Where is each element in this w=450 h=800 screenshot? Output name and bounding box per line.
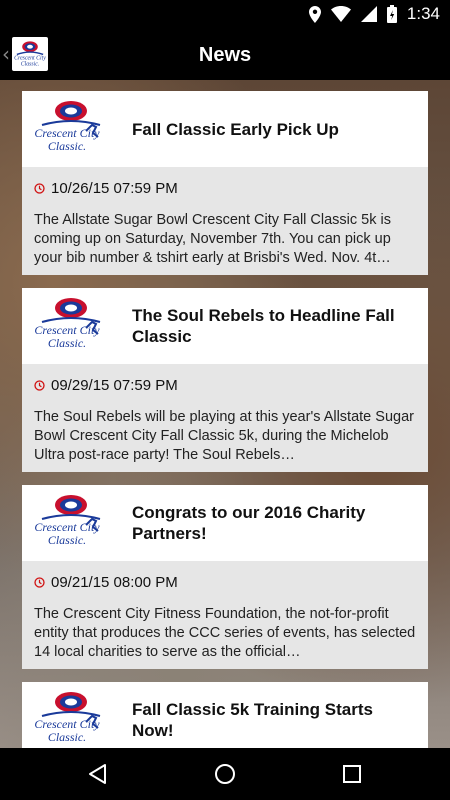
card-title: Fall Classic 5k Training Starts Now! — [132, 700, 373, 740]
svg-text:Classic.: Classic. — [48, 533, 86, 547]
card-header: Crescent City Classic. Fall Classic Earl… — [22, 91, 428, 167]
page-title: News — [198, 44, 252, 66]
card-title: Congrats to our 2016 Charity Partners! — [132, 503, 366, 543]
crescent-city-classic-logo: Crescent City Classic. — [34, 101, 100, 153]
card-date-text: 09/29/15 07:59 PM — [51, 377, 178, 394]
clock-icon — [34, 577, 45, 588]
crescent-city-classic-logo: Crescent City Classic. — [34, 692, 100, 744]
card-summary: The Soul Rebels will be playing at this … — [34, 409, 414, 463]
crescent-city-classic-logo: Crescent City Classic. — [34, 298, 100, 350]
wifi-icon — [330, 6, 351, 22]
battery-icon — [386, 5, 397, 23]
news-card[interactable]: Crescent City Classic. Fall Classic 5k T… — [22, 682, 428, 748]
card-header: Crescent City Classic. Fall Classic 5k T… — [22, 682, 428, 748]
svg-text:Classic.: Classic. — [48, 139, 86, 153]
status-icons: 1:34 — [308, 4, 440, 24]
card-title: Fall Classic Early Pick Up — [132, 119, 339, 139]
status-bar: 1:34 — [0, 0, 450, 30]
home-circle-icon[interactable] — [213, 762, 237, 786]
signal-icon — [360, 6, 377, 22]
crescent-city-classic-logo: Crescent City Classic. — [34, 495, 100, 547]
card-date: 10/26/15 07:59 PM — [34, 180, 178, 197]
news-card[interactable]: Crescent City Classic. Congrats to our 2… — [22, 485, 428, 669]
svg-text:Crescent City: Crescent City — [34, 717, 100, 731]
card-date: 09/29/15 07:59 PM — [34, 377, 178, 394]
svg-text:Classic.: Classic. — [48, 336, 86, 350]
card-header: Crescent City Classic. The Soul Rebels t… — [22, 288, 428, 364]
svg-text:Crescent City: Crescent City — [34, 520, 100, 534]
news-card[interactable]: Crescent City Classic. The Soul Rebels t… — [22, 288, 428, 472]
card-date-text: 09/21/15 08:00 PM — [51, 574, 178, 591]
nav-bar — [0, 748, 450, 800]
svg-text:Crescent City: Crescent City — [34, 126, 100, 140]
location-icon — [308, 5, 321, 23]
recents-square-icon[interactable] — [340, 762, 364, 786]
card-body: 10/26/15 07:59 PM The Allstate Sugar Bow… — [22, 167, 428, 275]
svg-text:Classic.: Classic. — [48, 730, 86, 744]
news-card[interactable]: Crescent City Classic. Fall Classic Earl… — [22, 91, 428, 275]
status-time: 1:34 — [406, 4, 440, 23]
card-header: Crescent City Classic. Congrats to our 2… — [22, 485, 428, 561]
card-summary: The Allstate Sugar Bowl Crescent City Fa… — [34, 212, 391, 266]
clock-icon — [34, 183, 45, 194]
card-body: 09/29/15 07:59 PM The Soul Rebels will b… — [22, 364, 428, 472]
card-summary: The Crescent City Fitness Foundation, th… — [34, 606, 416, 660]
card-body: 09/21/15 08:00 PM The Crescent City Fitn… — [22, 561, 428, 669]
card-title: The Soul Rebels to Headline Fall Classic — [132, 306, 395, 346]
back-triangle-icon[interactable] — [86, 762, 110, 786]
svg-text:Crescent City: Crescent City — [34, 323, 100, 337]
clock-icon — [34, 380, 45, 391]
card-date: 09/21/15 08:00 PM — [34, 574, 178, 591]
news-list[interactable]: Crescent City Classic. Fall Classic Earl… — [0, 80, 450, 748]
card-date-text: 10/26/15 07:59 PM — [51, 180, 178, 197]
